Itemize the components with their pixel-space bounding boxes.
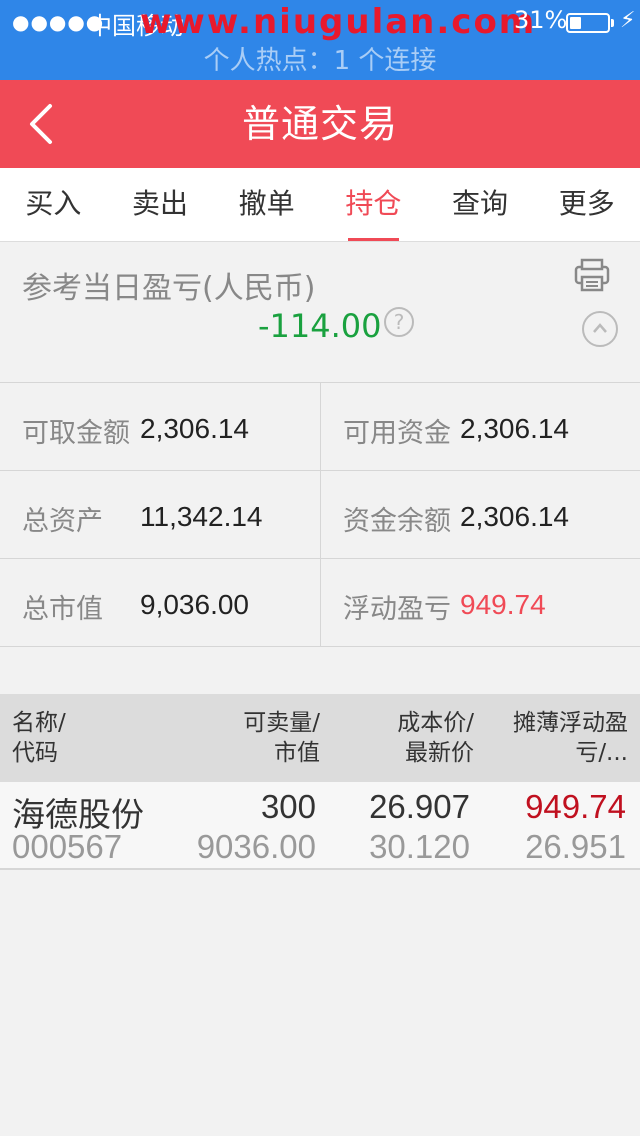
fund-cell: 浮动盈亏 949.74 bbox=[320, 559, 640, 647]
cell-diluted: 26.951 bbox=[525, 828, 626, 865]
fund-cell: 总资产 11,342.14 bbox=[0, 471, 320, 559]
fund-label: 总市值 bbox=[22, 594, 103, 625]
fund-label: 资金余额 bbox=[343, 506, 451, 537]
hotspot-banner[interactable]: 个人热点：1 个连接 bbox=[0, 40, 640, 77]
charging-bolt-icon: ⚡ bbox=[620, 8, 636, 33]
fund-value: 2,306.14 bbox=[460, 501, 569, 532]
help-icon[interactable]: ? bbox=[384, 307, 414, 337]
cell-float-pnl: 949.74 bbox=[525, 788, 626, 825]
column-header-line: 摊薄浮动盈 bbox=[513, 710, 628, 736]
tab-5[interactable]: 更多 bbox=[533, 168, 640, 241]
column-header[interactable]: 摊薄浮动盈亏/... bbox=[513, 708, 628, 768]
column-header-line: 代码 bbox=[12, 740, 58, 766]
funds-grid: 可取金额 2,306.14 可用资金 2,306.14 总资产 11,342.14 资金余额… bbox=[0, 382, 640, 647]
tab-4[interactable]: 查询 bbox=[427, 168, 534, 241]
column-header-line: 名称/ bbox=[12, 710, 66, 736]
back-chevron-icon[interactable] bbox=[22, 100, 66, 148]
column-header-line: 亏/... bbox=[575, 740, 628, 766]
column-header-line: 成本价/ bbox=[397, 710, 474, 736]
battery-percent: 31% bbox=[514, 6, 568, 34]
fund-cell: 可取金额 2,306.14 bbox=[0, 383, 320, 471]
fund-value: 11,342.14 bbox=[140, 501, 263, 532]
tab-2[interactable]: 撤单 bbox=[213, 168, 320, 241]
fund-value: 9,036.00 bbox=[140, 589, 249, 620]
daily-pnl-value: -114.00 bbox=[258, 307, 382, 345]
fund-label: 可用资金 bbox=[343, 418, 451, 449]
battery-icon bbox=[566, 13, 614, 33]
tab-bar: 买入 卖出 撤单 持仓 查询 更多 bbox=[0, 168, 640, 242]
watermark-text: www.niugulan.com bbox=[140, 2, 537, 42]
cell-sellable: 300 bbox=[260, 788, 316, 825]
holdings-table-header: 名称/代码 可卖量/市值 成本价/最新价 摊薄浮动盈 亏/... bbox=[0, 694, 640, 782]
column-header-line: 市值 bbox=[274, 740, 320, 766]
tab-0[interactable]: 买入 bbox=[0, 168, 107, 241]
battery-level bbox=[570, 17, 581, 29]
cell-code: 000567 bbox=[12, 828, 123, 865]
status-row: ●●●●● 中国移动 www.niugulan.com 31% ⚡ bbox=[0, 2, 640, 42]
fund-value: 949.74 bbox=[460, 589, 546, 620]
fund-label: 总资产 bbox=[22, 506, 103, 537]
column-header-line: 可卖量/ bbox=[243, 710, 320, 736]
fund-value: 2,306.14 bbox=[140, 413, 249, 444]
fund-label: 可取金额 bbox=[22, 418, 130, 449]
fund-cell: 可用资金 2,306.14 bbox=[320, 383, 640, 471]
daily-pnl-panel: 参考当日盈亏(人民币) -114.00 ? bbox=[0, 243, 640, 382]
page-title: 普通交易 bbox=[241, 102, 398, 146]
tab-1[interactable]: 卖出 bbox=[107, 168, 214, 241]
table-row[interactable]: 海德股份 000567 300 9036.00 26.907 30.120 949.74 26… bbox=[0, 782, 640, 870]
fund-cell: 资金余额 2,306.14 bbox=[320, 471, 640, 559]
fund-label: 浮动盈亏 bbox=[343, 594, 451, 625]
column-header[interactable]: 成本价/最新价 bbox=[397, 708, 474, 768]
column-header[interactable]: 名称/代码 bbox=[12, 708, 66, 768]
cell-cost: 26.907 bbox=[369, 788, 470, 825]
column-header[interactable]: 可卖量/市值 bbox=[243, 708, 320, 768]
fund-cell: 总市值 9,036.00 bbox=[0, 559, 320, 647]
print-icon[interactable] bbox=[574, 257, 610, 293]
cell-market-value: 9036.00 bbox=[196, 828, 316, 865]
collapse-chevron-icon[interactable] bbox=[582, 311, 618, 347]
cell-latest: 30.120 bbox=[369, 828, 470, 865]
column-header-line: 最新价 bbox=[405, 740, 474, 766]
tab-3[interactable]: 持仓 bbox=[320, 168, 427, 241]
nav-bar: 普通交易 bbox=[0, 80, 640, 168]
status-bar: ●●●●● 中国移动 www.niugulan.com 31% ⚡ 个人热点：1… bbox=[0, 0, 640, 80]
daily-pnl-label: 参考当日盈亏(人民币) bbox=[22, 271, 316, 306]
fund-value: 2,306.14 bbox=[460, 413, 569, 444]
